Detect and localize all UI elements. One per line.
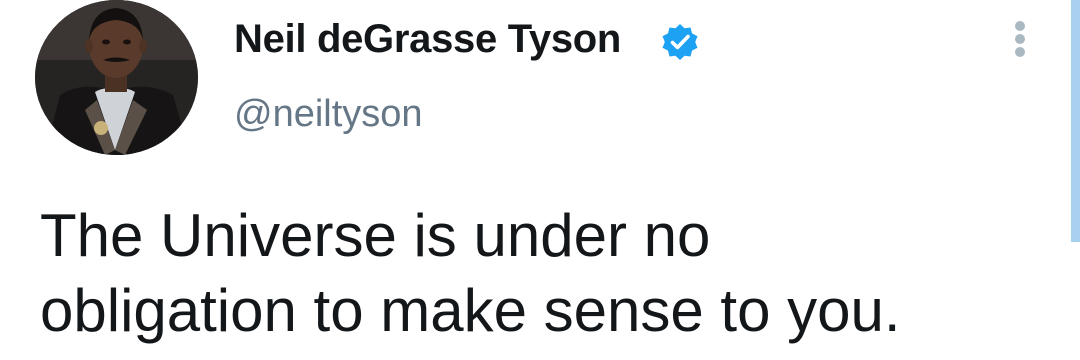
more-dot [1015, 34, 1025, 44]
tweet-text: The Universe is under no obligation to m… [40, 198, 1020, 348]
tweet: Neil deGrasse Tyson @neiltyson The Unive… [0, 0, 1080, 360]
more-dot [1015, 47, 1025, 57]
verified-badge-icon [662, 24, 698, 60]
scrollbar[interactable] [1071, 0, 1080, 242]
more-options-icon[interactable] [1004, 18, 1036, 62]
tweet-text-line: obligation to make sense to you. [40, 277, 901, 344]
more-dot [1015, 21, 1025, 31]
author-name[interactable]: Neil deGrasse Tyson [234, 17, 621, 62]
avatar[interactable] [35, 0, 198, 155]
avatar-image [35, 0, 198, 155]
author-handle[interactable]: @neiltyson [234, 93, 423, 136]
tweet-text-line: The Universe is under no [40, 202, 711, 269]
